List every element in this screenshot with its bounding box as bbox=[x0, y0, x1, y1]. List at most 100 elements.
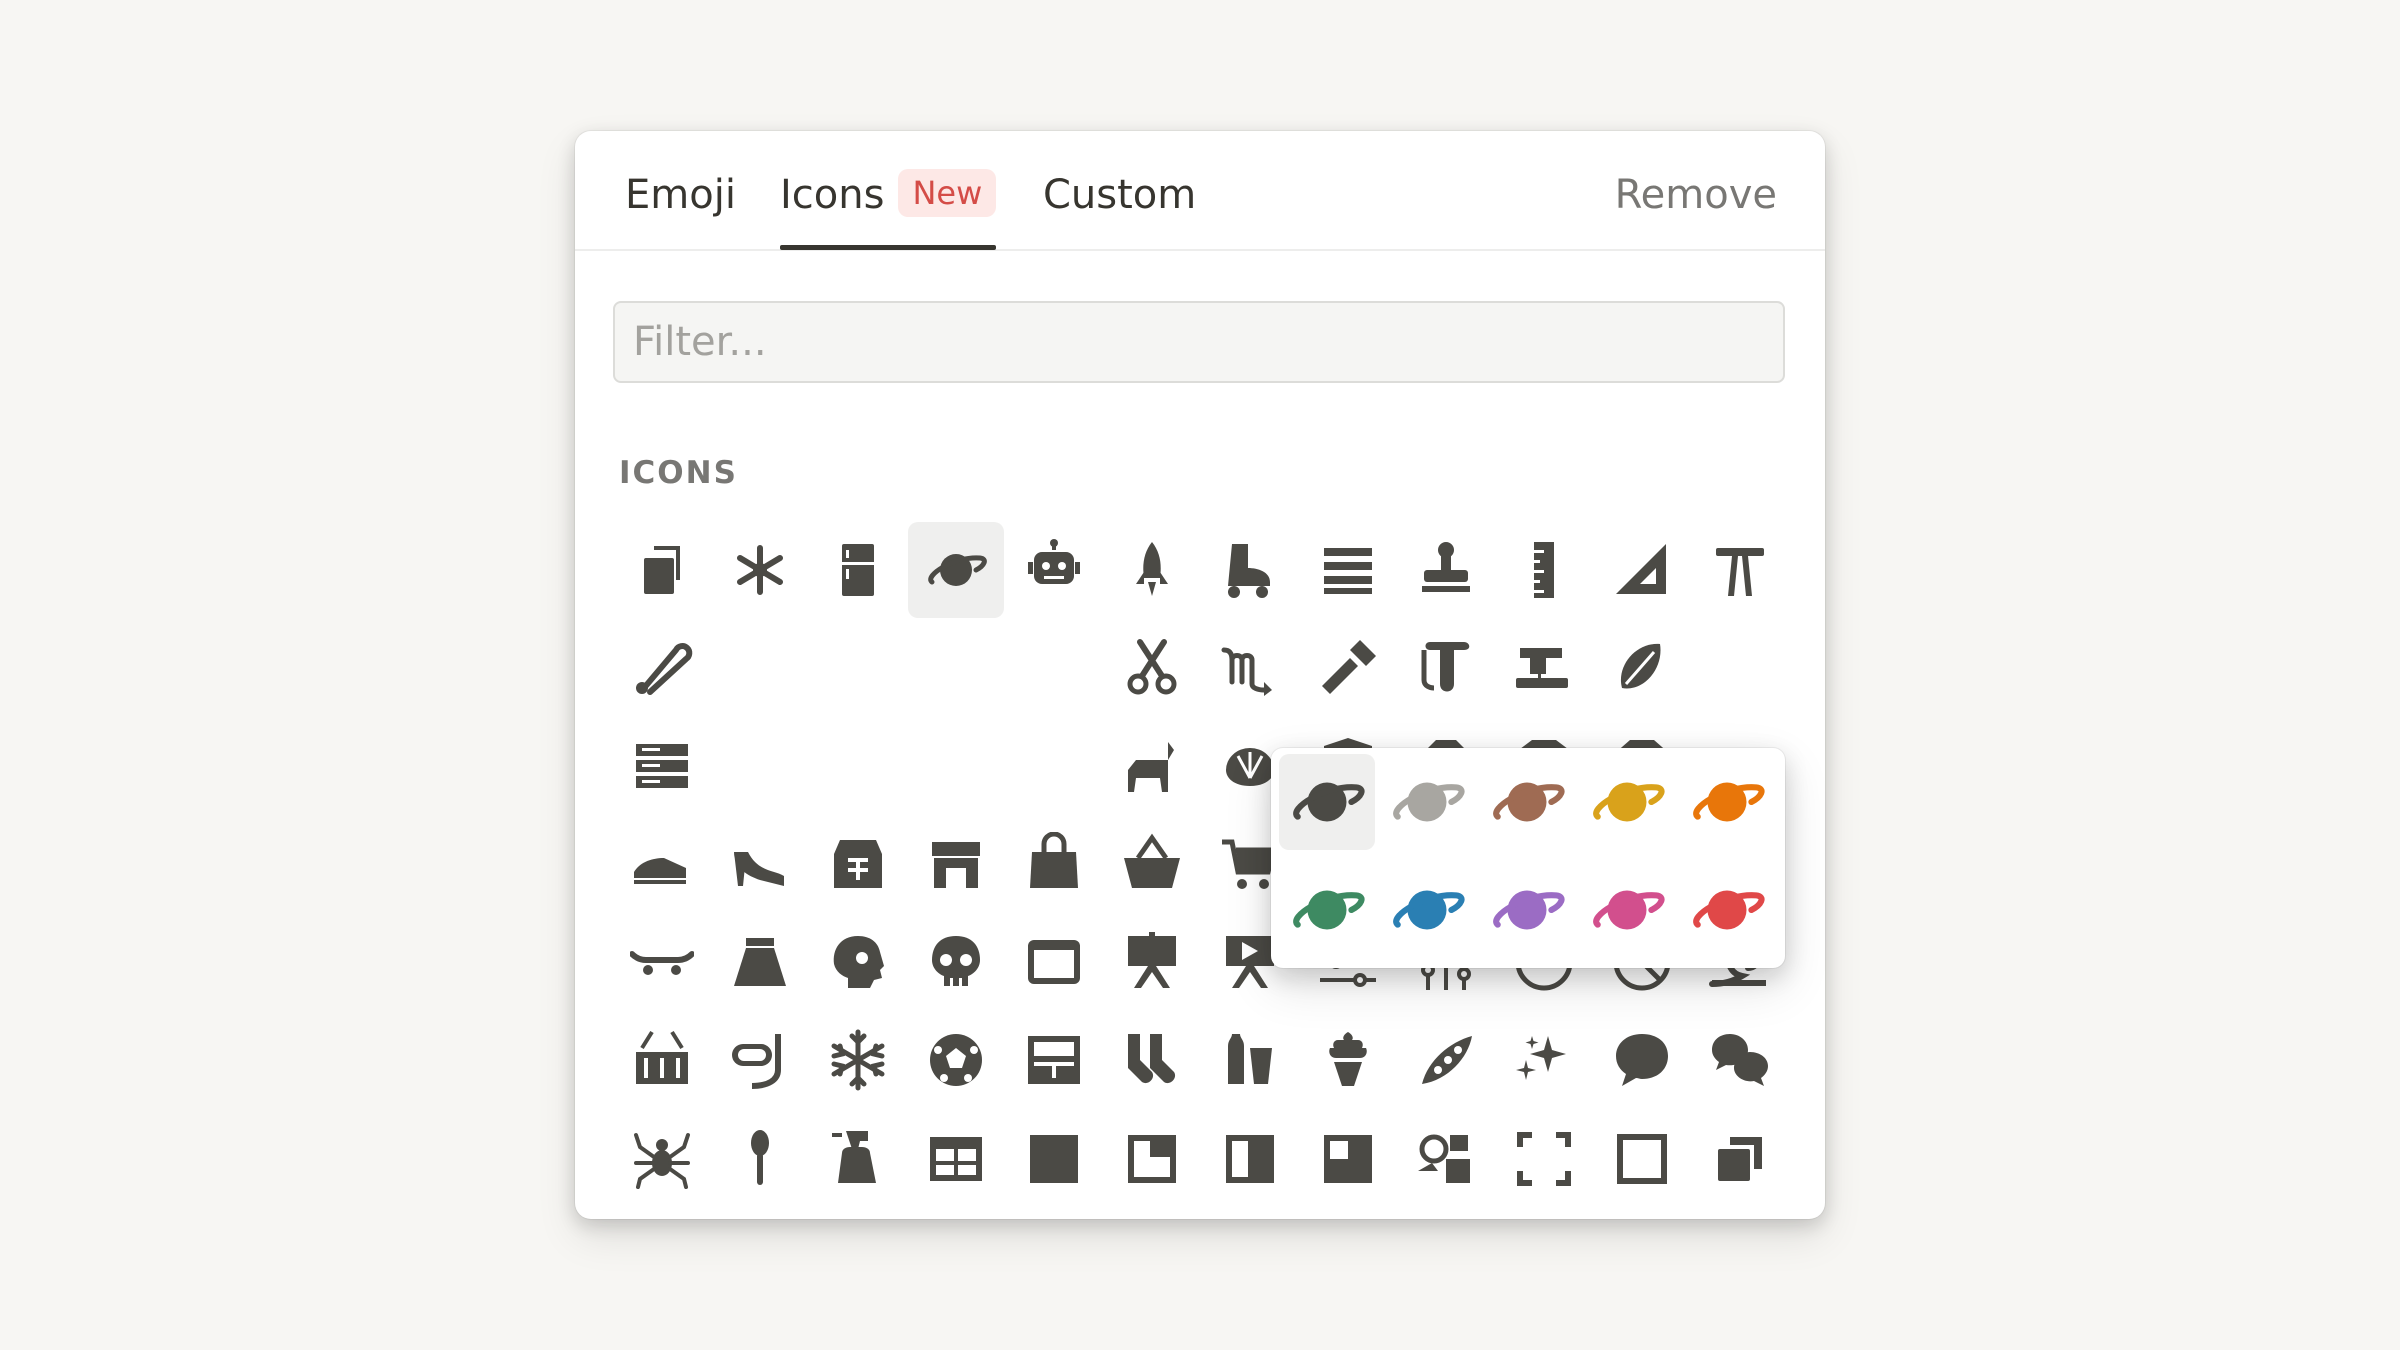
robot-icon[interactable] bbox=[1006, 522, 1102, 618]
spoon-icon[interactable] bbox=[712, 1111, 808, 1207]
shop-icon-glyph bbox=[834, 840, 882, 888]
snare-drum-icon[interactable] bbox=[614, 1012, 710, 1108]
roller-skate-icon[interactable] bbox=[1202, 522, 1298, 618]
soft-serve-icon[interactable] bbox=[1300, 1012, 1396, 1108]
safety-pin-icon-glyph bbox=[636, 643, 693, 695]
square-corner-icon[interactable] bbox=[1104, 1111, 1200, 1207]
copy-icon[interactable] bbox=[614, 522, 710, 618]
sneaker-icon[interactable] bbox=[614, 816, 710, 912]
scissors-icon[interactable] bbox=[1104, 620, 1200, 716]
planet-icon bbox=[1293, 782, 1365, 822]
skull-icon-glyph bbox=[932, 936, 980, 986]
planet-icon-yellow-variant[interactable] bbox=[1579, 754, 1675, 850]
set-square-icon[interactable] bbox=[1594, 522, 1690, 618]
planet-icon-blue-variant[interactable] bbox=[1379, 862, 1475, 958]
scorpio-icon[interactable] bbox=[1202, 620, 1298, 716]
shopping-bag-icon[interactable] bbox=[1006, 816, 1102, 912]
planet-icon bbox=[1593, 782, 1665, 822]
spider-icon-glyph bbox=[634, 1133, 690, 1189]
server-icon-glyph bbox=[636, 744, 688, 788]
goat-icon[interactable] bbox=[1104, 718, 1200, 814]
snare-drum-icon-glyph bbox=[636, 1030, 688, 1084]
easel-icon-glyph bbox=[1128, 932, 1176, 988]
screwdriver-icon-glyph bbox=[1322, 640, 1376, 694]
skull-icon[interactable] bbox=[908, 914, 1004, 1010]
skateboard-icon-glyph bbox=[630, 951, 694, 975]
speech-bubbles-icon[interactable] bbox=[1692, 1012, 1788, 1108]
skull-side-icon-glyph bbox=[833, 936, 884, 988]
solar-panel-icon[interactable] bbox=[1006, 1012, 1102, 1108]
tab-custom[interactable]: Custom bbox=[1043, 165, 1196, 225]
shapes-icon-glyph bbox=[1418, 1134, 1470, 1183]
scissors-icon-glyph bbox=[1127, 639, 1177, 695]
square-icon[interactable] bbox=[1006, 1111, 1102, 1207]
speech-bubble-icon-glyph bbox=[1616, 1034, 1668, 1086]
tab-custom-label: Custom bbox=[1043, 172, 1197, 218]
rows-icon[interactable] bbox=[1300, 522, 1396, 618]
skirt-icon[interactable] bbox=[712, 914, 808, 1010]
shopping-basket-icon[interactable] bbox=[1104, 816, 1200, 912]
spray-bottle-icon-glyph bbox=[832, 1131, 876, 1183]
planet-icon bbox=[1493, 890, 1565, 930]
sewing-machine-icon-glyph bbox=[1516, 648, 1568, 688]
screwdriver-icon[interactable] bbox=[1300, 620, 1396, 716]
selection-icon[interactable] bbox=[1496, 1111, 1592, 1207]
goat-icon-glyph bbox=[1128, 742, 1174, 792]
storefront-icon[interactable] bbox=[908, 816, 1004, 912]
spider-icon[interactable] bbox=[614, 1111, 710, 1207]
planet-icon-green-variant[interactable] bbox=[1279, 862, 1375, 958]
window-icon[interactable] bbox=[1006, 914, 1102, 1010]
planet-icon-gray-variant[interactable] bbox=[1379, 754, 1475, 850]
sewing-machine-icon[interactable] bbox=[1496, 620, 1592, 716]
server-icon[interactable] bbox=[614, 718, 710, 814]
asterisk-icon[interactable] bbox=[712, 522, 808, 618]
socks-icon[interactable] bbox=[1104, 1012, 1200, 1108]
skateboard-icon[interactable] bbox=[614, 914, 710, 1010]
square-inset-icon[interactable] bbox=[1300, 1111, 1396, 1207]
soccer-ball-icon[interactable] bbox=[908, 1012, 1004, 1108]
snorkel-icon[interactable] bbox=[712, 1012, 808, 1108]
seed-icon[interactable] bbox=[1594, 620, 1690, 716]
tab-emoji[interactable]: Emoji bbox=[625, 165, 736, 225]
safety-pin-icon[interactable] bbox=[614, 620, 710, 716]
copy-icon-glyph bbox=[644, 546, 680, 594]
shop-icon[interactable] bbox=[810, 816, 906, 912]
planet-icon-red-variant[interactable] bbox=[1679, 862, 1775, 958]
rubber-stamp-icon[interactable] bbox=[1398, 522, 1494, 618]
snowflake-icon[interactable] bbox=[810, 1012, 906, 1108]
shapes-icon[interactable] bbox=[1398, 1111, 1494, 1207]
square-outline-icon[interactable] bbox=[1594, 1111, 1690, 1207]
seed-icon-glyph bbox=[1620, 643, 1661, 689]
table-icon[interactable] bbox=[908, 1111, 1004, 1207]
high-heel-icon[interactable] bbox=[712, 816, 808, 912]
ruler-icon[interactable] bbox=[1496, 522, 1592, 618]
fridge-icon[interactable] bbox=[810, 522, 906, 618]
planet-icon-brown-variant[interactable] bbox=[1479, 754, 1575, 850]
square-half-icon[interactable] bbox=[1202, 1111, 1298, 1207]
sawhorse-icon[interactable] bbox=[1692, 522, 1788, 618]
planet-icon-dark-gray-variant[interactable] bbox=[1279, 754, 1375, 850]
planet-icon-purple-variant[interactable] bbox=[1479, 862, 1575, 958]
soda-icon[interactable] bbox=[1202, 1012, 1298, 1108]
spray-bottle-icon[interactable] bbox=[810, 1111, 906, 1207]
planet-icon[interactable] bbox=[908, 522, 1004, 618]
skull-side-icon[interactable] bbox=[810, 914, 906, 1010]
sparkles-icon[interactable] bbox=[1496, 1012, 1592, 1108]
tab-icons[interactable]: Icons New bbox=[780, 165, 997, 250]
peas-icon[interactable] bbox=[1398, 1012, 1494, 1108]
table-icon-glyph bbox=[930, 1137, 982, 1181]
speech-bubbles-icon-glyph bbox=[1712, 1034, 1768, 1086]
planet-icon bbox=[1593, 890, 1665, 930]
planet-icon-orange-variant[interactable] bbox=[1679, 754, 1775, 850]
filter-input[interactable] bbox=[613, 301, 1785, 383]
robot-icon-glyph bbox=[1028, 539, 1080, 584]
easel-icon[interactable] bbox=[1104, 914, 1200, 1010]
remove-button[interactable]: Remove bbox=[1615, 165, 1777, 225]
planet-icon-glyph bbox=[928, 554, 987, 586]
scroll-icon[interactable] bbox=[1398, 620, 1494, 716]
speech-bubble-icon[interactable] bbox=[1594, 1012, 1690, 1108]
planet-icon-pink-variant[interactable] bbox=[1579, 862, 1675, 958]
roller-skate-icon-glyph bbox=[1228, 544, 1270, 598]
rocket-icon[interactable] bbox=[1104, 522, 1200, 618]
copy-stack-icon[interactable] bbox=[1692, 1111, 1788, 1207]
